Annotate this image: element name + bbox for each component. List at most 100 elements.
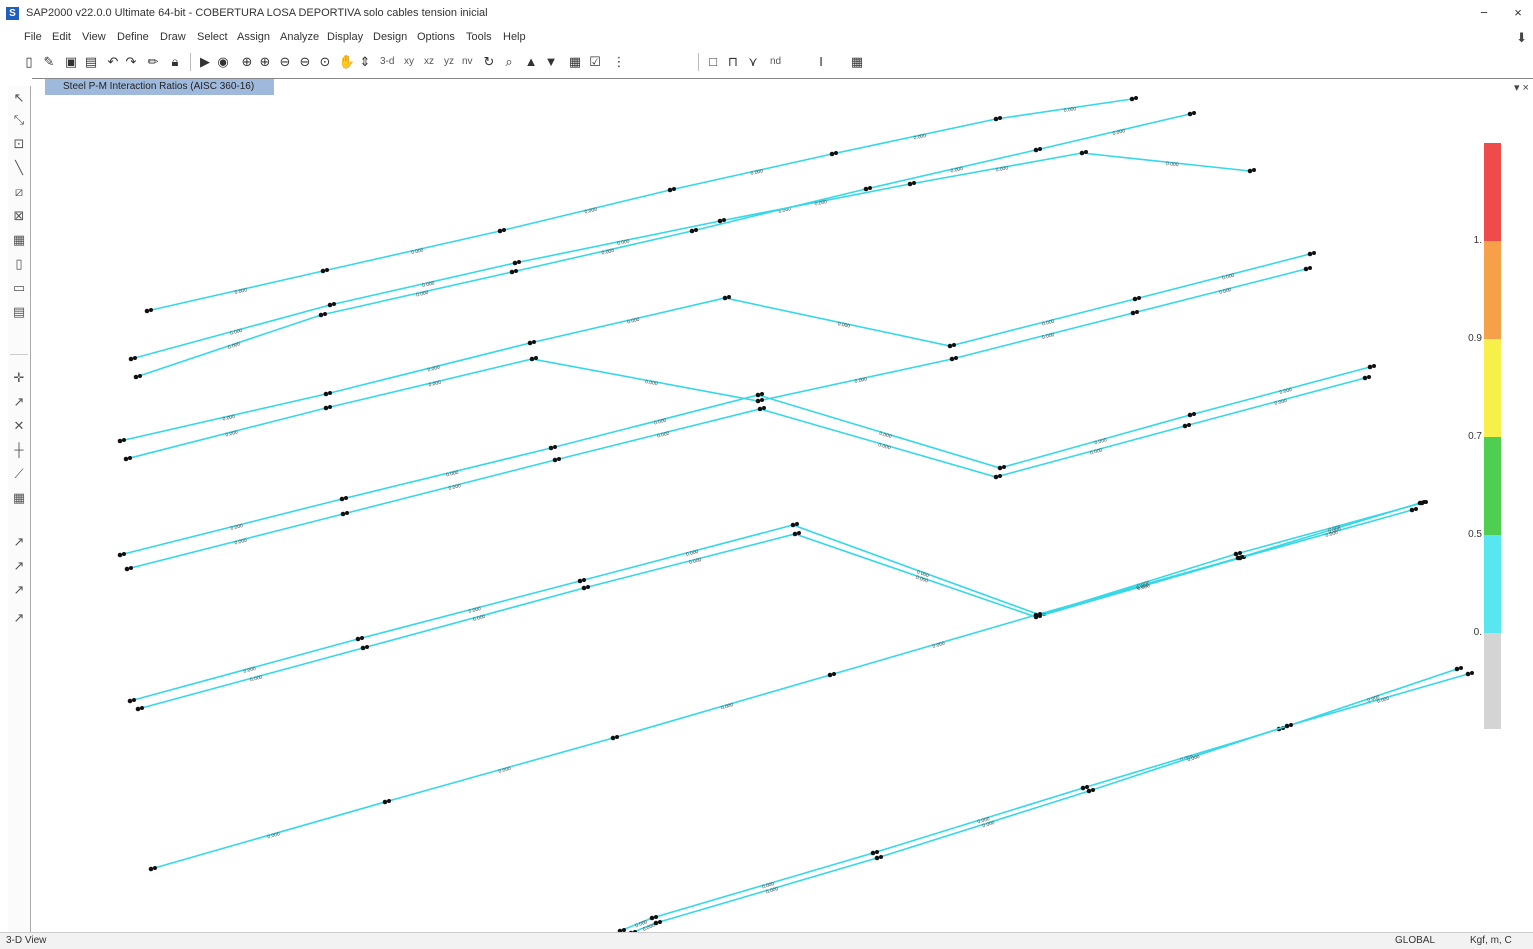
joint-marker[interactable] bbox=[128, 456, 132, 460]
joint-marker[interactable] bbox=[355, 636, 361, 642]
joint-marker[interactable] bbox=[144, 308, 150, 314]
joint-marker[interactable] bbox=[133, 356, 137, 360]
open-icon[interactable]: ✎ bbox=[40, 53, 58, 71]
joint-marker[interactable] bbox=[1038, 147, 1042, 151]
joint-marker[interactable] bbox=[790, 522, 796, 528]
sap2000-app-icon[interactable]: S bbox=[6, 7, 19, 20]
move-down-icon[interactable]: ▼ bbox=[542, 53, 560, 71]
joint-marker[interactable] bbox=[325, 268, 329, 272]
joint-marker[interactable] bbox=[133, 374, 139, 380]
pencil-icon[interactable]: ✏ bbox=[144, 53, 162, 71]
joint-marker[interactable] bbox=[1307, 251, 1313, 257]
view-window-tab[interactable]: Steel P-M Interaction Ratios (AISC 360-1… bbox=[45, 79, 274, 95]
joint-marker[interactable] bbox=[672, 187, 676, 191]
zoom-in-icon[interactable]: ⊕ bbox=[256, 53, 274, 71]
joint-marker[interactable] bbox=[868, 186, 872, 190]
joint-marker[interactable] bbox=[755, 398, 761, 404]
select-by-icon[interactable]: ↗ bbox=[9, 608, 29, 628]
undo-icon[interactable]: ↶ bbox=[104, 53, 122, 71]
joint-marker[interactable] bbox=[722, 295, 728, 301]
joint-marker[interactable] bbox=[339, 496, 345, 502]
joint-marker[interactable] bbox=[557, 457, 561, 461]
snap-perpendicular-icon[interactable]: ┼ bbox=[9, 440, 29, 460]
move-up-icon[interactable]: ▲ bbox=[522, 53, 540, 71]
joint-marker[interactable] bbox=[1086, 788, 1092, 794]
joint-marker[interactable] bbox=[1130, 310, 1136, 316]
nd-dropdown[interactable]: nd bbox=[770, 56, 781, 67]
joint-marker[interactable] bbox=[1192, 111, 1196, 115]
joint-marker[interactable] bbox=[1132, 296, 1138, 302]
menu-analyze[interactable]: Analyze bbox=[280, 31, 319, 43]
joint-marker[interactable] bbox=[689, 228, 695, 234]
joint-marker[interactable] bbox=[1465, 671, 1471, 677]
joint-marker[interactable] bbox=[1033, 147, 1039, 153]
frame-forces-icon[interactable]: I bbox=[812, 53, 830, 71]
zoom-restore-icon[interactable]: ⊙ bbox=[316, 53, 334, 71]
joint-marker[interactable] bbox=[1367, 364, 1373, 370]
cable-member[interactable] bbox=[119, 366, 1371, 556]
joint-marker[interactable] bbox=[1247, 168, 1253, 174]
joint-marker[interactable] bbox=[514, 269, 518, 273]
joint-marker[interactable] bbox=[517, 260, 521, 264]
joint-marker[interactable] bbox=[863, 186, 869, 192]
joint-marker[interactable] bbox=[1372, 364, 1376, 368]
joint-marker[interactable] bbox=[667, 187, 673, 193]
joint-marker[interactable] bbox=[998, 474, 1002, 478]
joint-marker[interactable] bbox=[135, 706, 141, 712]
joint-marker[interactable] bbox=[1134, 96, 1138, 100]
run-analysis-icon[interactable]: ◉ bbox=[214, 53, 232, 71]
rotate-icon[interactable]: ⇕ bbox=[356, 53, 374, 71]
zoom-previous-icon[interactable]: ⊖ bbox=[296, 53, 314, 71]
joint-marker[interactable] bbox=[323, 391, 329, 397]
joint-marker[interactable] bbox=[1284, 723, 1290, 729]
joint-marker[interactable] bbox=[727, 295, 731, 299]
units-dropdown[interactable]: Kgf, m, C bbox=[1470, 935, 1512, 946]
joint-marker[interactable] bbox=[1367, 375, 1371, 379]
joint-marker[interactable] bbox=[1308, 266, 1312, 270]
draw-joint-icon[interactable]: ⊡ bbox=[9, 134, 29, 154]
joint-marker[interactable] bbox=[1289, 723, 1293, 727]
frame-icon[interactable]: □ bbox=[704, 53, 722, 71]
joint-marker[interactable] bbox=[1240, 555, 1244, 559]
redo-icon[interactable]: ↷ bbox=[122, 53, 140, 71]
pointer-icon[interactable]: ↖ bbox=[9, 88, 29, 108]
joint-marker[interactable] bbox=[345, 511, 349, 515]
joint-marker[interactable] bbox=[140, 706, 144, 710]
joint-marker[interactable] bbox=[127, 698, 133, 704]
joint-marker[interactable] bbox=[117, 552, 123, 558]
joint-marker[interactable] bbox=[1091, 788, 1095, 792]
joint-marker[interactable] bbox=[1085, 785, 1089, 789]
joint-marker[interactable] bbox=[1187, 423, 1191, 427]
cable-member[interactable] bbox=[129, 502, 1423, 702]
joint-marker[interactable] bbox=[879, 855, 883, 859]
joint-marker[interactable] bbox=[1192, 412, 1196, 416]
joint-marker[interactable] bbox=[694, 228, 698, 232]
joint-marker[interactable] bbox=[795, 522, 799, 526]
menu-assign[interactable]: Assign bbox=[237, 31, 270, 43]
cable-member[interactable] bbox=[619, 668, 1458, 932]
joint-marker[interactable] bbox=[552, 457, 558, 463]
joint-marker[interactable] bbox=[654, 915, 658, 919]
select-all-icon[interactable]: ↗ bbox=[9, 532, 29, 552]
joint-marker[interactable] bbox=[797, 531, 801, 535]
joint-marker[interactable] bbox=[1187, 111, 1193, 117]
joint-marker[interactable] bbox=[649, 915, 655, 921]
menu-help[interactable]: Help bbox=[503, 31, 526, 43]
new-model-icon[interactable]: ▯ bbox=[20, 53, 38, 71]
joint-marker[interactable] bbox=[360, 636, 364, 640]
joint-marker[interactable] bbox=[122, 438, 126, 442]
joint-marker[interactable] bbox=[117, 438, 123, 444]
menu-define[interactable]: Define bbox=[117, 31, 149, 43]
joint-marker[interactable] bbox=[1079, 150, 1085, 156]
menu-design[interactable]: Design bbox=[373, 31, 407, 43]
joint-marker[interactable] bbox=[1129, 96, 1135, 102]
joint-marker[interactable] bbox=[993, 116, 999, 122]
zoom-out-icon[interactable]: ⊖ bbox=[276, 53, 294, 71]
table-icon[interactable]: ▦ bbox=[848, 53, 866, 71]
snap-point-icon[interactable]: ✛ bbox=[9, 368, 29, 388]
run-icon[interactable]: ▶ bbox=[196, 53, 214, 71]
joint-marker[interactable] bbox=[497, 228, 503, 234]
lock-icon[interactable]: 🔒︎ bbox=[166, 53, 184, 71]
joint-marker[interactable] bbox=[997, 465, 1003, 471]
joint-marker[interactable] bbox=[760, 398, 764, 402]
